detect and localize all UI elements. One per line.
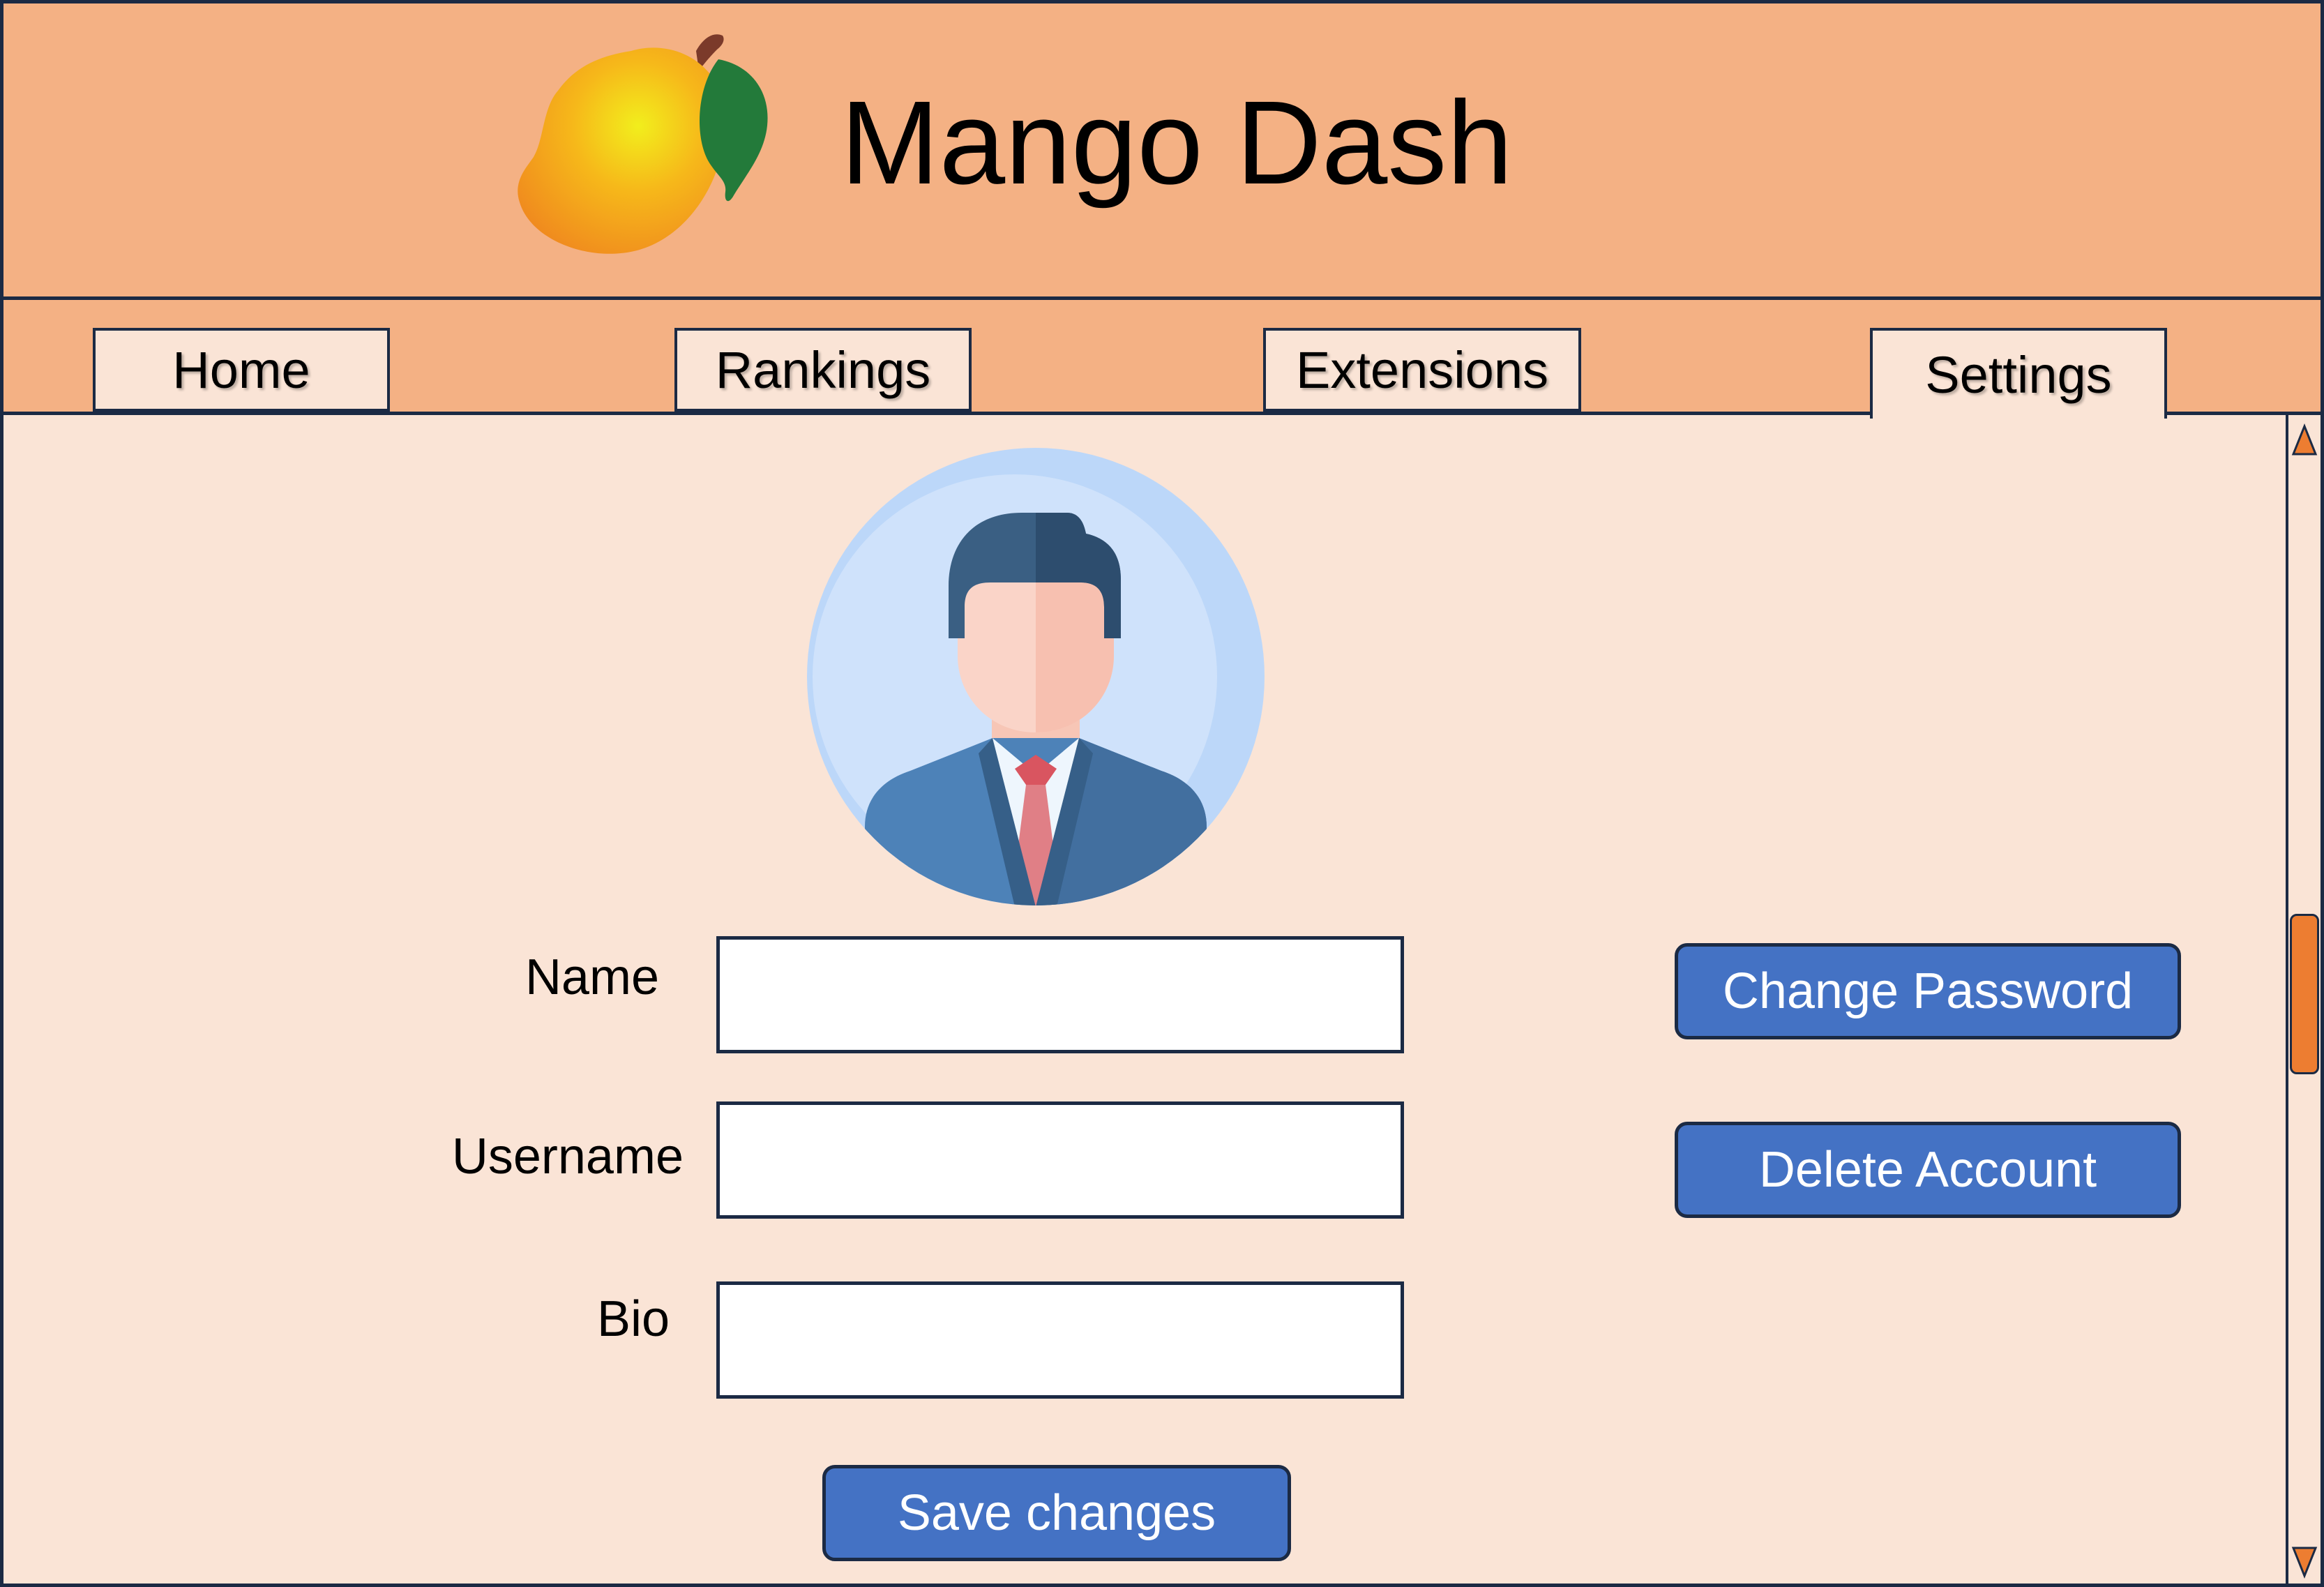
app-window: Mango Dash Home Rankings Extensions Sett… [0, 0, 2324, 1587]
settings-panel: Name Username Bio Change Password Delete… [3, 415, 2321, 1584]
scroll-down-arrow-icon[interactable] [2288, 1542, 2321, 1584]
vertical-scrollbar[interactable] [2286, 415, 2321, 1584]
bio-field[interactable] [716, 1281, 1404, 1399]
tab-settings[interactable]: Settings [1870, 328, 2167, 419]
delete-account-button[interactable]: Delete Account [1675, 1122, 2181, 1218]
app-title: Mango Dash [840, 77, 1513, 209]
change-password-button[interactable]: Change Password [1675, 943, 2181, 1039]
tab-extensions[interactable]: Extensions [1263, 328, 1581, 412]
tab-home-label: Home [172, 340, 310, 399]
bio-label: Bio [596, 1291, 670, 1347]
tab-rankings[interactable]: Rankings [674, 328, 972, 412]
username-label: Username [451, 1129, 684, 1184]
username-field[interactable] [716, 1101, 1404, 1219]
name-label: Name [525, 949, 659, 1005]
tab-extensions-label: Extensions [1296, 340, 1548, 399]
tab-settings-label: Settings [1925, 345, 2112, 404]
save-changes-label: Save changes [897, 1485, 1216, 1541]
tab-rankings-label: Rankings [715, 340, 931, 399]
name-field[interactable] [716, 936, 1404, 1053]
mango-icon [518, 34, 768, 254]
scroll-thumb[interactable] [2290, 914, 2319, 1074]
save-changes-button[interactable]: Save changes [822, 1465, 1291, 1561]
scroll-up-arrow-icon[interactable] [2288, 419, 2321, 460]
change-password-label: Change Password [1722, 963, 2134, 1019]
tab-home[interactable]: Home [93, 328, 390, 412]
delete-account-label: Delete Account [1758, 1142, 2097, 1198]
user-avatar-icon [807, 448, 1265, 905]
tab-bar: Home Rankings Extensions Settings [3, 300, 2321, 419]
app-header: Mango Dash [3, 3, 2321, 300]
